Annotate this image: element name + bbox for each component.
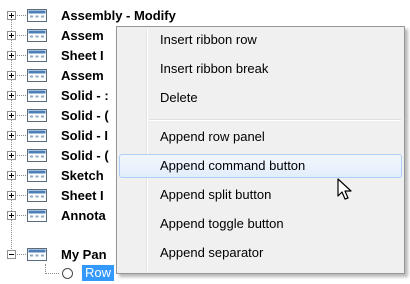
- tree-dots: [17, 55, 26, 56]
- menu-item-append-toggle-button[interactable]: Append toggle button: [119, 212, 402, 236]
- expand-plus-icon[interactable]: [7, 31, 16, 40]
- expand-plus-icon[interactable]: [7, 11, 16, 20]
- menu-item-label: Insert ribbon row: [160, 32, 257, 47]
- tree-node-label: Sheet I: [61, 188, 104, 203]
- menu-item-append-split-button[interactable]: Append split button: [119, 183, 402, 207]
- menu-item-label: Insert ribbon break: [160, 61, 269, 76]
- expand-plus-icon[interactable]: [7, 211, 16, 220]
- ribbon-panel-icon: [27, 129, 47, 142]
- expand-plus-icon[interactable]: [7, 131, 16, 140]
- ribbon-panel-icon: [27, 9, 47, 22]
- tree-node-label: Assem: [61, 28, 104, 43]
- expand-plus-icon[interactable]: [7, 191, 16, 200]
- tree-dots: [17, 75, 26, 76]
- tree-node-label: Solid - I: [61, 128, 108, 143]
- menu-item-append-row-panel[interactable]: Append row panel: [119, 125, 402, 149]
- menu-item-label: Append split button: [160, 187, 272, 202]
- menu-item-label: Append command button: [160, 158, 306, 173]
- collapse-minus-icon[interactable]: [7, 250, 16, 259]
- tree-dots: [17, 254, 26, 255]
- tree-node-label: Annota: [61, 208, 106, 223]
- tree-dots: [17, 115, 26, 116]
- selected-row-label[interactable]: Row: [82, 265, 115, 281]
- tree-node-label: Solid - (: [61, 108, 109, 123]
- ribbon-panel-icon: [27, 189, 47, 202]
- ribbon-panel-icon: [27, 248, 47, 261]
- tree-dots: [17, 175, 26, 176]
- tree-node-label: Sheet I: [61, 48, 104, 63]
- ribbon-panel-icon: [27, 169, 47, 182]
- ribbon-panel-icon: [27, 69, 47, 82]
- menu-item-append-command-button[interactable]: Append command button: [119, 154, 402, 178]
- tree-dots: [17, 215, 26, 216]
- expand-plus-icon[interactable]: [7, 151, 16, 160]
- tree-dots: [17, 95, 26, 96]
- mouse-pointer-icon: [337, 178, 352, 200]
- menu-item-delete[interactable]: Delete: [119, 86, 402, 110]
- tree-node-assembly-modify[interactable]: Assembly - Modify: [0, 6, 410, 26]
- expand-plus-icon[interactable]: [7, 91, 16, 100]
- tree-dots: [17, 35, 26, 36]
- ribbon-panel-icon: [27, 49, 47, 62]
- ribbon-panel-icon: [27, 109, 47, 122]
- tree-dots: [17, 15, 26, 16]
- tree-dots: [17, 155, 26, 156]
- tree-dots: [17, 195, 26, 196]
- radio-circle-icon: [62, 268, 73, 279]
- tree-connector-hook: [45, 264, 59, 274]
- expand-plus-icon[interactable]: [7, 51, 16, 60]
- menu-item-label: Append separator: [160, 245, 264, 260]
- expand-plus-icon[interactable]: [7, 171, 16, 180]
- ribbon-panel-icon: [27, 209, 47, 222]
- expand-plus-icon[interactable]: [7, 111, 16, 120]
- tree-dots: [17, 135, 26, 136]
- ribbon-panel-icon: [27, 149, 47, 162]
- tree-node-label: Solid - (: [61, 148, 109, 163]
- menu-item-label: Append toggle button: [160, 216, 284, 231]
- menu-item-insert-ribbon-row[interactable]: Insert ribbon row: [119, 28, 402, 52]
- ribbon-panel-icon: [27, 89, 47, 102]
- menu-item-label: Append row panel: [160, 129, 265, 144]
- tree-node-label: Sketch: [61, 168, 104, 183]
- tree-node-label: My Pan: [61, 247, 107, 262]
- menu-item-append-separator[interactable]: Append separator: [119, 241, 402, 265]
- tree-node-label: Assem: [61, 68, 104, 83]
- tree-node-label: Assembly - Modify: [61, 8, 176, 23]
- expand-plus-icon[interactable]: [7, 71, 16, 80]
- menu-separator: [149, 119, 401, 121]
- context-menu: Insert ribbon row Insert ribbon break De…: [116, 26, 405, 274]
- menu-item-label: Delete: [160, 90, 198, 105]
- menu-item-insert-ribbon-break[interactable]: Insert ribbon break: [119, 57, 402, 81]
- ribbon-panel-icon: [27, 29, 47, 42]
- tree-node-label: Solid - :: [61, 88, 109, 103]
